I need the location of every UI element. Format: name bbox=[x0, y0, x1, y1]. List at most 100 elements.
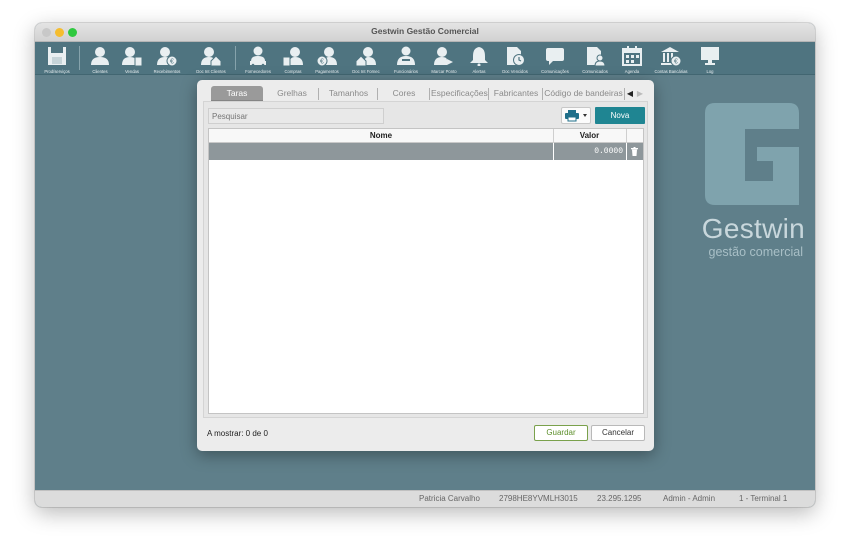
tab-divider bbox=[318, 88, 319, 100]
tab-taras[interactable]: Taras bbox=[211, 86, 263, 101]
tab-divider bbox=[488, 88, 489, 100]
cancel-button[interactable]: Cancelar bbox=[591, 425, 645, 441]
toolbar-button-log[interactable]: Log bbox=[697, 42, 723, 75]
toolbar-button-purchases[interactable]: Compras bbox=[278, 42, 308, 75]
taras-table: Nome Valor 0.0000 bbox=[208, 128, 644, 414]
toolbar-button-products[interactable]: Prod/serviços bbox=[38, 42, 76, 75]
person-clock-icon bbox=[433, 44, 455, 66]
person-icon bbox=[89, 44, 111, 66]
toolbar-button-calendar[interactable]: Agenda bbox=[617, 42, 647, 75]
toolbar-label: Vendas bbox=[125, 69, 139, 74]
title-bar: Gestwin Gestão Comercial bbox=[35, 23, 815, 42]
table-header: Nome Valor bbox=[209, 129, 643, 143]
toolbar-button-supplier-internal-docs[interactable]: Doc Int Fornec bbox=[346, 42, 386, 75]
toolbar-label: Doc Int Clientes bbox=[196, 69, 226, 74]
printer-icon bbox=[565, 110, 587, 122]
tab-scroll-right-icon[interactable]: ▶ bbox=[635, 88, 645, 99]
toolbar-label: Fornecedores bbox=[245, 69, 271, 74]
toolbar-button-clock-in[interactable]: Marcar Ponto bbox=[426, 42, 462, 75]
taras-dialog: Taras Grelhas Tamanhos Cores Especificaç… bbox=[197, 80, 654, 451]
toolbar-button-sales[interactable]: Vendas bbox=[117, 42, 147, 75]
search-input[interactable] bbox=[208, 108, 384, 124]
brand-logo: Gestwin gestão comercial bbox=[697, 103, 805, 263]
toolbar-separator bbox=[235, 46, 236, 70]
window-title: Gestwin Gestão Comercial bbox=[371, 26, 479, 36]
tab-strip: Taras Grelhas Tamanhos Cores Especificaç… bbox=[203, 86, 648, 101]
tab-grelhas[interactable]: Grelhas bbox=[267, 86, 317, 101]
status-terminal: 1 - Terminal 1 bbox=[739, 494, 788, 503]
toolbar-button-payments[interactable]: € Pagamentos bbox=[309, 42, 345, 75]
person-doc-icon bbox=[121, 44, 143, 66]
monitor-icon bbox=[699, 44, 721, 66]
toolbar-button-receipts[interactable]: € Recebimentos bbox=[149, 42, 185, 75]
status-number: 23.295.1295 bbox=[597, 494, 642, 503]
tab-panel: Nova Nome Valor 0.0000 bbox=[203, 101, 648, 418]
main-toolbar: Prod/serviços Clientes Vendas € Recebime… bbox=[35, 42, 815, 75]
cell-valor: 0.0000 bbox=[594, 147, 623, 156]
toolbar-label: Compras bbox=[284, 69, 302, 74]
chat-icon bbox=[544, 44, 566, 66]
print-button[interactable] bbox=[561, 107, 591, 124]
toolbar-button-overdue-docs[interactable]: Doc Vencidos bbox=[495, 42, 535, 75]
tab-codigo-de-bandeiras[interactable]: Código de bandeiras bbox=[544, 86, 623, 101]
doc-person-icon bbox=[584, 44, 606, 66]
toolbar-label: Comunicações bbox=[541, 69, 569, 74]
toolbar-button-notices[interactable]: Comunicados bbox=[577, 42, 613, 75]
new-button[interactable]: Nova bbox=[595, 107, 645, 124]
toolbar-button-suppliers[interactable]: Fornecedores bbox=[239, 42, 277, 75]
tab-divider bbox=[542, 88, 543, 100]
toolbar-label: Contas Bancárias bbox=[654, 69, 688, 74]
status-bar: Patricia Carvalho 2798HE8YVMLH3015 23.29… bbox=[35, 490, 815, 507]
person-house-icon bbox=[355, 44, 377, 66]
delete-row-button[interactable] bbox=[626, 143, 643, 160]
save-button[interactable]: Guardar bbox=[534, 425, 588, 441]
table-row[interactable]: 0.0000 bbox=[209, 143, 643, 160]
toolbar-label: Pagamentos bbox=[315, 69, 339, 74]
tab-divider bbox=[429, 88, 430, 100]
gestwin-logo-mark bbox=[705, 103, 799, 205]
status-user: Patricia Carvalho bbox=[419, 494, 480, 503]
toolbar-label: Marcar Ponto bbox=[431, 69, 457, 74]
brand-name: Gestwin bbox=[701, 213, 805, 244]
tab-tamanhos[interactable]: Tamanhos bbox=[321, 86, 376, 101]
svg-text:€: € bbox=[320, 59, 324, 66]
doc-clock-icon bbox=[504, 44, 526, 66]
person-group-icon bbox=[395, 44, 417, 66]
toolbar-button-alerts[interactable]: Alertas bbox=[465, 42, 493, 75]
column-header-valor[interactable]: Valor bbox=[553, 129, 626, 143]
person-house-icon bbox=[200, 44, 222, 66]
tab-especificacoes[interactable]: Especificações bbox=[431, 86, 488, 101]
status-role: Admin - Admin bbox=[663, 494, 716, 503]
toolbar-label: Doc Vencidos bbox=[502, 69, 528, 74]
toolbar-label: Agenda bbox=[624, 69, 640, 74]
person-euro-icon: € bbox=[156, 44, 178, 66]
toolbar-button-clients[interactable]: Clientes bbox=[85, 42, 115, 75]
toolbar-label: Clientes bbox=[92, 69, 108, 74]
person-doc-icon bbox=[282, 44, 304, 66]
toolbar-label: Alertas bbox=[472, 69, 486, 74]
tab-fabricantes[interactable]: Fabricantes bbox=[491, 86, 541, 101]
person-euro-icon: € bbox=[316, 44, 338, 66]
toolbar-button-client-internal-docs[interactable]: Doc Int Clientes bbox=[190, 42, 232, 75]
brand-tagline: gestão comercial bbox=[708, 245, 804, 259]
toolbar-label: Recebimentos bbox=[153, 69, 181, 74]
status-code: 2798HE8YVMLH3015 bbox=[499, 494, 578, 503]
trash-icon bbox=[631, 147, 638, 156]
tab-scroll-left-icon[interactable]: ◀ bbox=[625, 88, 635, 99]
toolbar-button-communications[interactable]: Comunicações bbox=[535, 42, 575, 75]
product-icon bbox=[46, 44, 68, 66]
column-header-nome[interactable]: Nome bbox=[209, 129, 553, 143]
toolbar-separator bbox=[79, 46, 80, 70]
toolbar-label: Comunicados bbox=[582, 69, 608, 74]
toolbar-button-employees[interactable]: Funcionários bbox=[388, 42, 424, 75]
svg-text:€: € bbox=[674, 59, 678, 66]
record-count: A mostrar: 0 de 0 bbox=[207, 429, 268, 438]
calendar-icon bbox=[621, 44, 643, 66]
toolbar-label: Log bbox=[706, 69, 714, 74]
tab-cores[interactable]: Cores bbox=[381, 86, 427, 101]
toolbar-button-bank-accounts[interactable]: € Contas Bancárias bbox=[649, 42, 693, 75]
toolbar-label: Prod/serviços bbox=[44, 69, 70, 74]
bank-icon: € bbox=[660, 44, 682, 66]
svg-text:€: € bbox=[170, 59, 174, 66]
tab-divider bbox=[377, 88, 378, 100]
